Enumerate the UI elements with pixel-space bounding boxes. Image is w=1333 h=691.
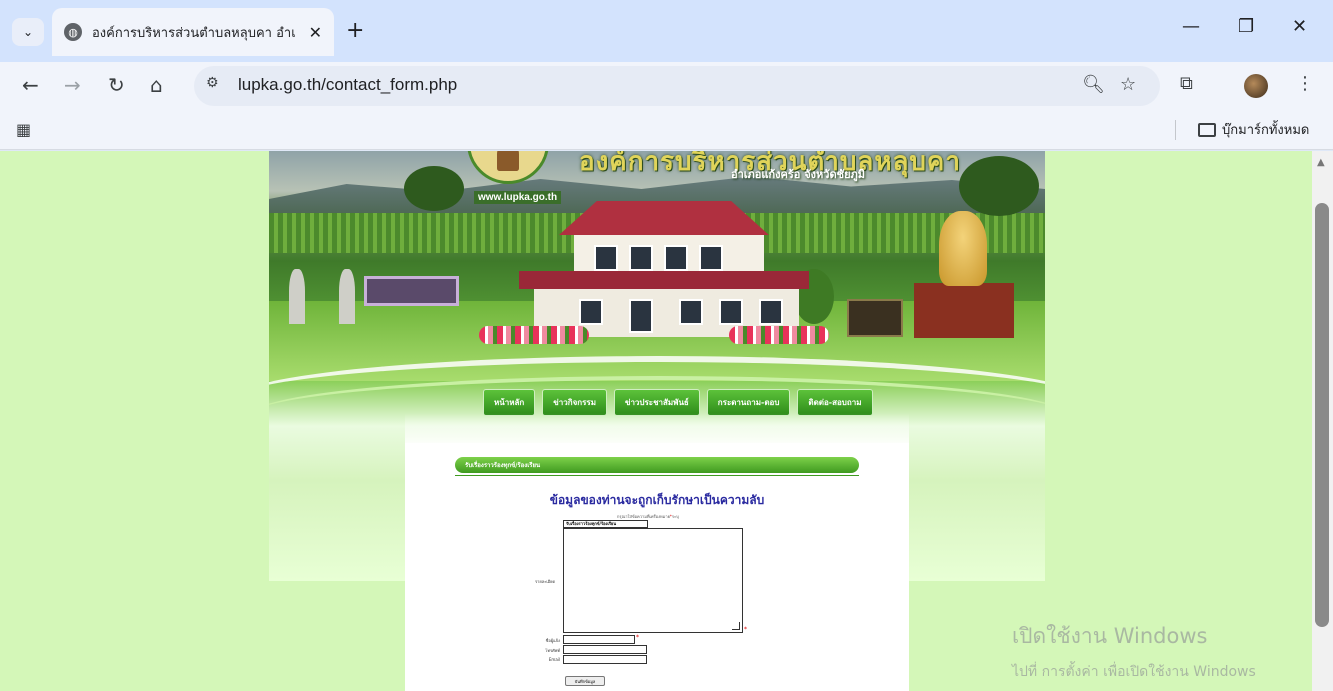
- banner-tree: [959, 156, 1039, 216]
- contact-form-panel: รับเรื่องราวร้องทุกข์/ร้องเรียน ข้อมูลขอ…: [405, 443, 909, 691]
- temple-sign-image: [847, 299, 903, 337]
- form-header-underline: [455, 475, 859, 476]
- form-header-bar: รับเรื่องราวร้องทุกข์/ร้องเรียน: [455, 457, 859, 473]
- page-scrollbar[interactable]: ▲: [1312, 151, 1333, 691]
- shrine-base-image: [914, 283, 1014, 338]
- detail-required-marker: *: [744, 626, 747, 633]
- office-building-image: [519, 201, 819, 346]
- chevron-down-icon: ⌄: [22, 25, 34, 39]
- subject-field[interactable]: รับเรื่องราวร้องทุกข์/ร้องเรียน: [563, 520, 648, 528]
- site-info-icon[interactable]: ⚙: [206, 75, 228, 97]
- url-text[interactable]: lupka.go.th/contact_form.php: [238, 75, 457, 95]
- home-button[interactable]: ⌂: [150, 73, 163, 97]
- page-viewport: www.lupka.go.th องค์การบริหารส่วนตำบลหลุ…: [0, 151, 1312, 691]
- name-label: ชื่อผู้แจ้ง: [545, 638, 560, 643]
- site-logo-seal: [467, 151, 549, 184]
- menu-webboard[interactable]: กระดานถาม-ตอบ: [706, 389, 791, 416]
- site-menu: หน้าหลัก ข่าวกิจกรรม ข่าวประชาสัมพันธ์ ก…: [483, 389, 873, 416]
- office-sign-image: [364, 276, 459, 306]
- flowerbed-image: [479, 326, 589, 344]
- menu-home[interactable]: หน้าหลัก: [483, 389, 536, 416]
- bookmark-star-icon[interactable]: ☆: [1120, 74, 1136, 95]
- submit-button[interactable]: บันทึกข้อมูล: [565, 676, 605, 686]
- bookmarks-divider: [1175, 120, 1176, 140]
- resize-handle-icon[interactable]: [732, 622, 740, 630]
- back-button[interactable]: ←: [22, 73, 39, 97]
- banner-tree: [404, 166, 464, 211]
- restore-button[interactable]: ❐: [1238, 16, 1254, 37]
- apps-grid-icon[interactable]: ▦: [16, 120, 31, 139]
- email-field[interactable]: [563, 655, 647, 664]
- close-window-button[interactable]: ✕: [1292, 16, 1307, 37]
- menu-contact[interactable]: ติดต่อ-สอบถาม: [797, 389, 873, 416]
- name-required-marker: *: [636, 634, 639, 641]
- detail-label: รายละเอียด: [535, 579, 556, 584]
- form-hint-text: กรุณาใส่ข้อความที่เครื่องหมาย: [617, 514, 670, 519]
- profile-avatar[interactable]: [1244, 74, 1268, 98]
- browser-toolbar: ← → ↻ ⌂ ⚙ lupka.go.th/contact_form.php 🔍…: [0, 62, 1333, 110]
- tab-search-button[interactable]: ⌄: [12, 18, 44, 46]
- menu-news[interactable]: ข่าวประชาสัมพันธ์: [613, 389, 700, 416]
- zoom-icon[interactable]: 🔍︎: [1082, 74, 1105, 95]
- flowerbed-image: [729, 326, 829, 344]
- form-hint-suffix: ระบุ: [671, 514, 679, 519]
- address-bar[interactable]: ⚙ lupka.go.th/contact_form.php 🔍︎ ☆: [194, 66, 1160, 106]
- content-fade: [405, 413, 909, 447]
- privacy-notice: ข้อมูลของท่านจะถูกเก็บรักษาเป็นความลับ: [549, 493, 765, 507]
- menu-activities[interactable]: ข่าวกิจกรรม: [542, 389, 607, 416]
- deer-statue-image: [289, 269, 305, 324]
- form-hint: กรุณาใส่ข้อความที่เครื่องหมาย*ระบุ: [617, 513, 679, 520]
- scroll-up-arrow-icon[interactable]: ▲: [1317, 157, 1325, 168]
- watermark-line2: ไปที่ การตั้งค่า เพื่อเปิดใช้งาน Windows: [1012, 664, 1256, 680]
- browser-tab[interactable]: ◍ องค์การบริหารส่วนตำบลหลุบคา อำเ ✕: [52, 8, 334, 56]
- extensions-icon[interactable]: ⧉: [1180, 73, 1193, 94]
- windows-activation-watermark: เปิดใช้งาน Windows ไปที่ การตั้งค่า เพื่…: [1012, 620, 1256, 683]
- buddha-statue-image: [939, 211, 987, 286]
- tab-strip: ⌄ ◍ องค์การบริหารส่วนตำบลหลุบคา อำเ ✕ + …: [0, 0, 1333, 62]
- new-tab-button[interactable]: +: [346, 18, 364, 43]
- globe-icon: ◍: [64, 23, 82, 41]
- close-tab-icon[interactable]: ✕: [309, 23, 322, 42]
- minimize-button[interactable]: —: [1182, 16, 1200, 37]
- watermark-line1: เปิดใช้งาน Windows: [1012, 624, 1208, 648]
- deer-statue-image: [339, 269, 355, 324]
- menu-kebab-icon[interactable]: ⋮: [1296, 73, 1314, 94]
- all-bookmarks-label: บุ๊กมาร์กทั้งหมด: [1222, 123, 1310, 138]
- site-url-badge: www.lupka.go.th: [474, 191, 562, 204]
- tab-title: องค์การบริหารส่วนตำบลหลุบคา อำเ: [92, 25, 296, 41]
- reload-button[interactable]: ↻: [108, 73, 125, 97]
- site-subtitle: อำเภอแก้งคร้อ จังหวัดชัยภูมิ: [731, 168, 866, 181]
- forward-button[interactable]: →: [64, 73, 81, 97]
- phone-field[interactable]: [563, 645, 647, 654]
- name-field[interactable]: [563, 635, 635, 644]
- email-label: Email: [548, 657, 560, 662]
- all-bookmarks-button[interactable]: บุ๊กมาร์กทั้งหมด: [1198, 119, 1309, 140]
- detail-textarea[interactable]: [563, 528, 743, 633]
- folder-icon: [1198, 122, 1216, 137]
- bookmarks-bar: ▦ บุ๊กมาร์กทั้งหมด: [0, 110, 1333, 150]
- form-header: รับเรื่องราวร้องทุกข์/ร้องเรียน: [465, 462, 541, 469]
- scrollbar-thumb[interactable]: [1315, 203, 1329, 627]
- site-container: www.lupka.go.th องค์การบริหารส่วนตำบลหลุ…: [269, 151, 1045, 691]
- phone-label: โทรศัพท์: [545, 648, 560, 653]
